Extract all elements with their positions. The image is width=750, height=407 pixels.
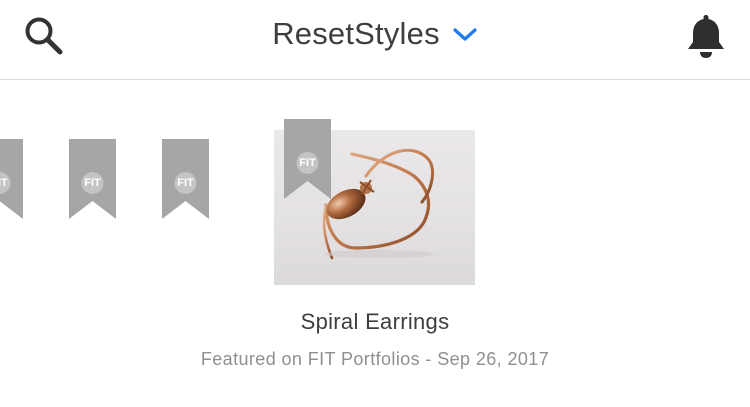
fit-badge-label: FIT <box>299 157 316 169</box>
fit-badge-label: FIT <box>177 177 194 189</box>
notifications-button[interactable] <box>684 12 728 60</box>
fit-ribbon-badge: FIT <box>284 119 331 199</box>
chevron-down-icon <box>453 28 477 41</box>
account-switcher[interactable]: ResetStyles <box>0 12 750 56</box>
fit-ribbon-badge[interactable]: FIT <box>0 139 23 219</box>
fit-ribbon-badge[interactable]: FIT <box>162 139 209 219</box>
fit-ribbon-badge[interactable]: FIT <box>69 139 116 219</box>
project-featured-meta: Featured on FIT Portfolios - Sep 26, 201… <box>200 349 550 369</box>
fit-badge-label: FIT <box>84 177 101 189</box>
page-title: ResetStyles <box>272 16 440 51</box>
project-title[interactable]: Spiral Earrings <box>0 309 750 335</box>
bell-icon <box>688 15 724 58</box>
top-navigation-bar: ResetStyles <box>0 0 750 80</box>
